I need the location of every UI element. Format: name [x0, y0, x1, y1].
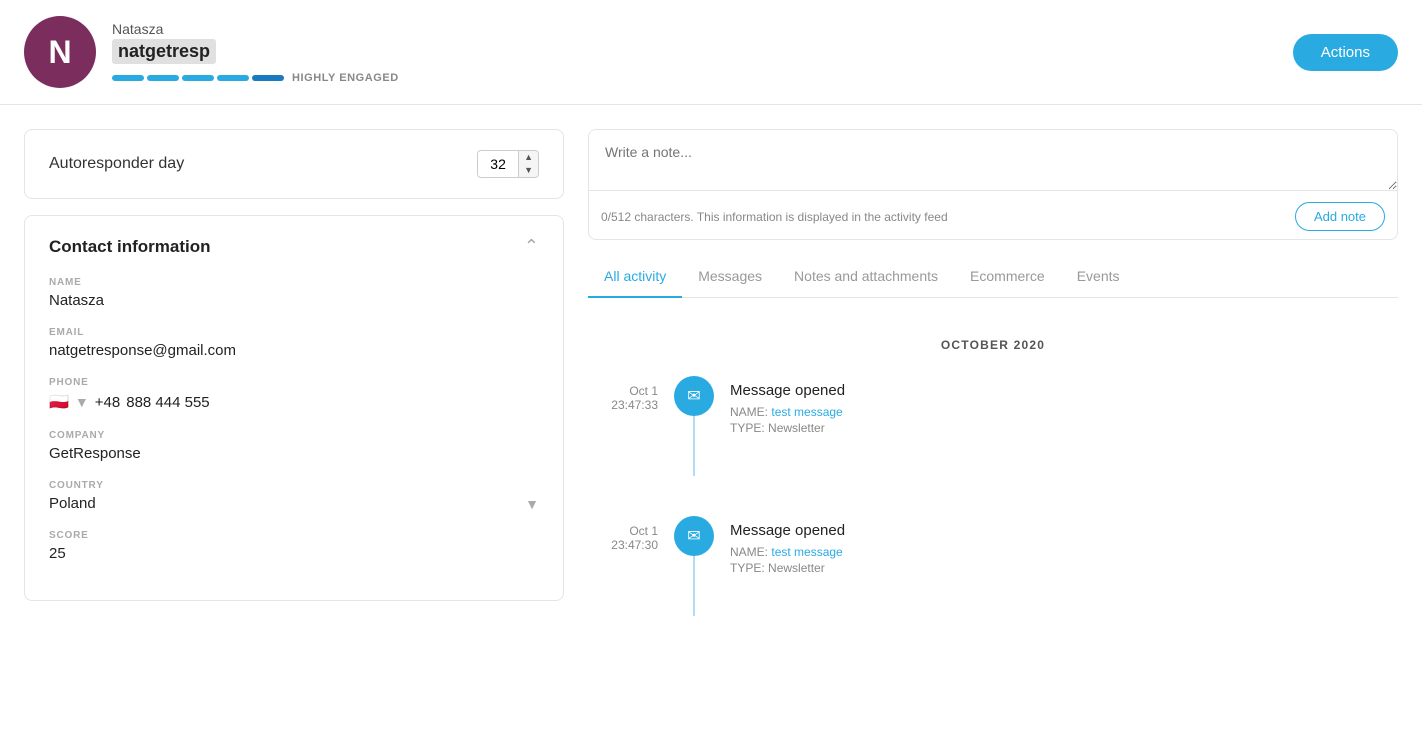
tab-events[interactable]: Events — [1061, 256, 1136, 298]
actions-button[interactable]: Actions — [1293, 34, 1398, 71]
activity-title-2: Message opened — [730, 522, 1398, 539]
right-panel: 0/512 characters. This information is di… — [588, 129, 1398, 664]
note-footer: 0/512 characters. This information is di… — [589, 194, 1397, 239]
header-info: Natasza natgetresp HIGHLY ENGAGED — [112, 21, 1293, 84]
field-company: COMPANY GetResponse — [49, 430, 539, 462]
activity-meta-name-1: NAME: test message — [730, 405, 1398, 419]
company-label: COMPANY — [49, 430, 539, 441]
day-spinners: ▲ ▼ — [518, 151, 538, 177]
activity-name-value-2: test message — [771, 545, 842, 559]
phone-country-dropdown[interactable]: ▼ — [75, 394, 89, 410]
note-textarea[interactable] — [589, 130, 1397, 191]
activity-meta-type-2: TYPE: Newsletter — [730, 561, 1398, 575]
activity-type-label-2: TYPE: — [730, 561, 765, 575]
activity-type-label-1: TYPE: — [730, 421, 765, 435]
autoresponder-label: Autoresponder day — [49, 155, 465, 173]
activity-item-2: Oct 1 23:47:30 ✉ Message opened NAME: te… — [588, 516, 1398, 616]
bar-2 — [147, 75, 179, 81]
tab-all-activity[interactable]: All activity — [588, 256, 682, 298]
tab-ecommerce[interactable]: Ecommerce — [954, 256, 1061, 298]
autoresponder-row: Autoresponder day ▲ ▼ — [49, 150, 539, 178]
activity-name-label-1: NAME: — [730, 405, 768, 419]
phone-label: PHONE — [49, 377, 539, 388]
phone-flag: 🇵🇱 — [49, 392, 69, 412]
engagement-label: HIGHLY ENGAGED — [292, 72, 399, 84]
activity-name-value-1: test message — [771, 405, 842, 419]
activity-name-label-2: NAME: — [730, 545, 768, 559]
country-dropdown[interactable]: Poland ▼ — [49, 495, 539, 512]
day-input-wrapper: ▲ ▼ — [477, 150, 539, 178]
activity-line-2 — [693, 556, 695, 616]
tab-notes-attachments[interactable]: Notes and attachments — [778, 256, 954, 298]
activity-time-2: Oct 1 23:47:30 — [588, 516, 658, 552]
bar-1 — [112, 75, 144, 81]
score-value: 25 — [49, 545, 539, 562]
bar-3 — [182, 75, 214, 81]
activity-timestamp-2: 23:47:30 — [588, 538, 658, 552]
field-phone: PHONE 🇵🇱 ▼ +48 888 444 555 — [49, 377, 539, 412]
phone-row: 🇵🇱 ▼ +48 888 444 555 — [49, 392, 539, 412]
chevron-up-icon[interactable]: ⌃ — [524, 236, 539, 257]
header-name: Natasza — [112, 21, 1293, 37]
activity-item: Oct 1 23:47:33 ✉ Message opened NAME: te… — [588, 376, 1398, 476]
activity-type-value-2: Newsletter — [768, 561, 825, 575]
activity-meta-name-2: NAME: test message — [730, 545, 1398, 559]
engagement-bars — [112, 75, 284, 81]
field-score: SCORE 25 — [49, 530, 539, 562]
activity-dot-2: ✉ — [674, 516, 714, 556]
note-card: 0/512 characters. This information is di… — [588, 129, 1398, 240]
add-note-button[interactable]: Add note — [1295, 202, 1385, 231]
contact-info-title: Contact information — [49, 237, 211, 257]
field-country: COUNTRY Poland ▼ — [49, 480, 539, 512]
activity-content-1: Message opened NAME: test message TYPE: … — [730, 376, 1398, 437]
bar-4 — [217, 75, 249, 81]
company-value: GetResponse — [49, 445, 539, 462]
activity-timeline-1: ✉ — [674, 376, 714, 476]
email-label: EMAIL — [49, 327, 539, 338]
field-email: EMAIL natgetresponse@gmail.com — [49, 327, 539, 359]
note-char-count: 0/512 characters. This information is di… — [601, 210, 948, 224]
activity-time-1: Oct 1 23:47:33 — [588, 376, 658, 412]
score-label: SCORE — [49, 530, 539, 541]
email-value: natgetresponse@gmail.com — [49, 342, 539, 359]
contact-info-header: Contact information ⌃ — [49, 236, 539, 257]
bar-5 — [252, 75, 284, 81]
autoresponder-day-input[interactable] — [478, 152, 518, 176]
left-panel: Autoresponder day ▲ ▼ Contact informatio… — [24, 129, 564, 601]
activity-meta-type-1: TYPE: Newsletter — [730, 421, 1398, 435]
contact-info-card: Contact information ⌃ NAME Natasza EMAIL… — [24, 215, 564, 601]
activity-date-2: Oct 1 — [588, 524, 658, 538]
activity-feed: OCTOBER 2020 Oct 1 23:47:33 ✉ Message op… — [588, 314, 1398, 664]
activity-content-2: Message opened NAME: test message TYPE: … — [730, 516, 1398, 577]
phone-code: +48 — [95, 394, 120, 411]
country-label: COUNTRY — [49, 480, 539, 491]
activity-timeline-2: ✉ — [674, 516, 714, 616]
header-email: natgetresp — [112, 39, 216, 64]
day-decrement[interactable]: ▼ — [519, 164, 538, 177]
activity-title-1: Message opened — [730, 382, 1398, 399]
activity-date-1: Oct 1 — [588, 384, 658, 398]
tab-messages[interactable]: Messages — [682, 256, 778, 298]
engagement-row: HIGHLY ENGAGED — [112, 72, 1293, 84]
activity-line-1 — [693, 416, 695, 476]
activity-tabs: All activity Messages Notes and attachme… — [588, 256, 1398, 298]
day-increment[interactable]: ▲ — [519, 151, 538, 164]
name-value: Natasza — [49, 292, 539, 309]
month-header: OCTOBER 2020 — [588, 338, 1398, 352]
main-content: Autoresponder day ▲ ▼ Contact informatio… — [0, 105, 1422, 688]
activity-type-value-1: Newsletter — [768, 421, 825, 435]
phone-number: 888 444 555 — [126, 394, 209, 411]
avatar: N — [24, 16, 96, 88]
activity-dot-1: ✉ — [674, 376, 714, 416]
name-label: NAME — [49, 277, 539, 288]
country-value: Poland — [49, 495, 96, 512]
activity-timestamp-1: 23:47:33 — [588, 398, 658, 412]
country-dropdown-arrow: ▼ — [525, 496, 539, 512]
autoresponder-card: Autoresponder day ▲ ▼ — [24, 129, 564, 199]
contact-header: N Natasza natgetresp HIGHLY ENGAGED Acti… — [0, 0, 1422, 105]
field-name: NAME Natasza — [49, 277, 539, 309]
